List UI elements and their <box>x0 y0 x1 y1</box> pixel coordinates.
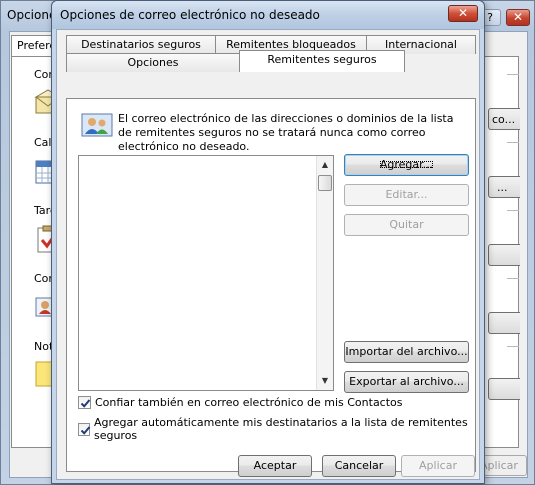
trust-contacts-checkbox[interactable] <box>78 396 91 409</box>
auto-add-recipients-checkbox-row[interactable]: Agregar automáticamente mis destinatario… <box>78 416 475 442</box>
info-description: El correo electrónico de las direcciones… <box>118 112 454 153</box>
calendar-options-button[interactable]: ... <box>488 176 520 198</box>
background-window-title: Opcione <box>7 8 57 22</box>
checkmark-icon <box>80 425 91 435</box>
tasks-options-button[interactable] <box>488 244 520 266</box>
add-button-label: Agregar... <box>377 158 436 171</box>
edit-button[interactable]: Editar... <box>344 184 469 206</box>
remove-button[interactable]: Quitar <box>344 214 469 236</box>
junk-email-options-dialog: Opciones de correo electrónico no desead… <box>51 0 485 484</box>
tab-safe-senders[interactable]: Remitentes seguros <box>239 50 405 72</box>
background-close-button[interactable]: ✕ <box>506 9 530 26</box>
trust-contacts-checkbox-row[interactable]: Confiar también en correo electrónico de… <box>78 396 403 409</box>
safe-senders-list[interactable]: ▲ ▼ <box>78 155 334 391</box>
dialog-body: Destinatarios seguros Remitentes bloquea… <box>56 29 480 480</box>
import-from-file-button[interactable]: Importar del archivo... <box>344 341 469 363</box>
close-button[interactable]: ✕ <box>448 5 478 22</box>
checkmark-icon <box>80 399 91 408</box>
separator <box>507 210 519 211</box>
contacts-options-button[interactable] <box>488 312 520 334</box>
separator <box>507 278 519 279</box>
separator <box>507 74 519 75</box>
add-button[interactable]: Agregar... <box>344 154 469 176</box>
auto-add-recipients-checkbox[interactable] <box>78 422 91 436</box>
scroll-up-arrow-icon[interactable]: ▲ <box>317 158 333 172</box>
tab-options[interactable]: Opciones <box>66 53 240 72</box>
apply-button[interactable]: Aplicar <box>401 455 475 477</box>
export-to-file-button[interactable]: Exportar al archivo... <box>344 371 469 393</box>
ok-button[interactable]: Aceptar <box>238 455 312 477</box>
dialog-title: Opciones de correo electrónico no desead… <box>60 8 320 22</box>
tab-safe-recipients[interactable]: Destinatarios seguros <box>66 35 216 54</box>
separator <box>507 142 519 143</box>
safe-senders-panel: El correo electrónico de las direcciones… <box>66 98 476 472</box>
scroll-thumb[interactable] <box>318 175 332 191</box>
mail-options-button[interactable]: co... <box>488 108 520 130</box>
vertical-scrollbar[interactable]: ▲ ▼ <box>316 156 333 390</box>
auto-add-recipients-label: Agregar automáticamente mis destinatario… <box>93 416 468 442</box>
dialog-titlebar: Opciones de correo electrónico no desead… <box>52 1 484 29</box>
safe-senders-people-icon <box>81 113 113 137</box>
trust-contacts-label: Confiar también en correo electrónico de… <box>95 396 403 409</box>
scroll-down-arrow-icon[interactable]: ▼ <box>317 374 333 388</box>
cancel-button[interactable]: Cancelar <box>322 455 396 477</box>
separator <box>507 346 519 347</box>
notes-options-button[interactable] <box>488 378 520 400</box>
